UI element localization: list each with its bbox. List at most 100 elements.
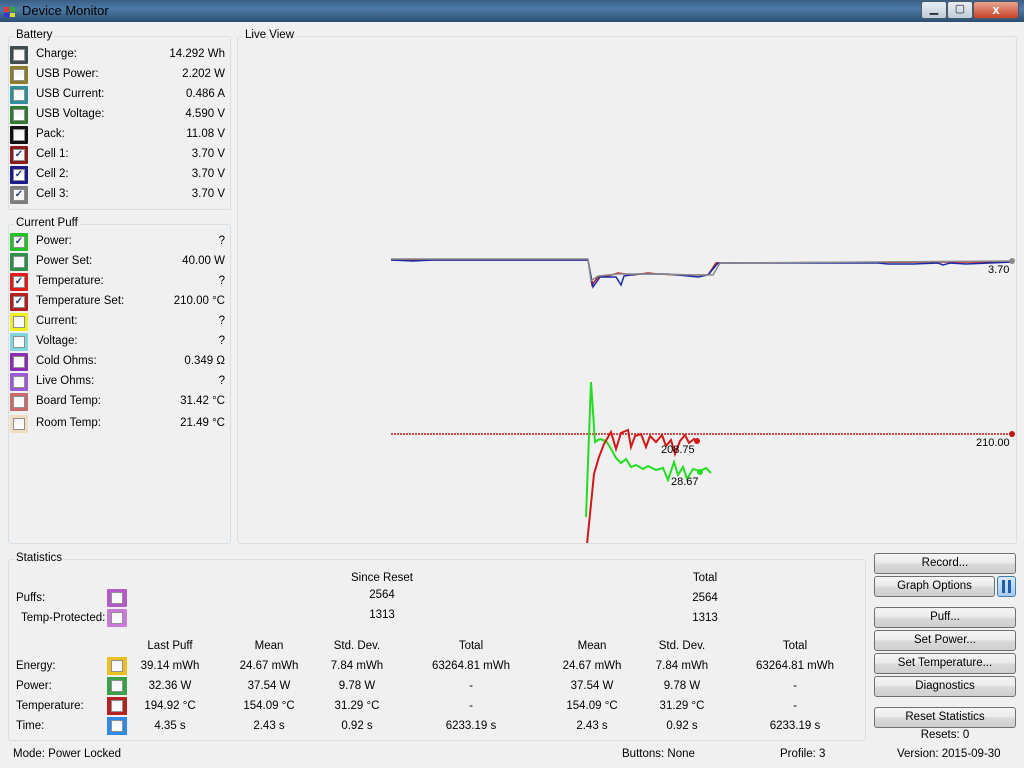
stat-cell: - [793,700,797,712]
color-swatch [10,415,28,433]
label: Power Set: [36,255,93,267]
checkbox-usb-voltage[interactable] [13,109,25,121]
app-icon [4,7,15,17]
color-swatch [10,373,28,391]
row-power: ✓ Power:? [10,232,225,252]
row-charge: Charge: 14.292 Wh [10,45,225,65]
since-reset-header: Since Reset [350,572,413,584]
set-power-button[interactable]: Set Power... [874,630,1016,651]
statistics-title: Statistics [14,552,65,564]
value: 0.349 Ω [184,355,225,367]
column-header: Last Puff [147,640,193,652]
live-view-group: Live View 3.70 210.00 208.75 28.67 [237,29,1017,544]
value: ? [218,235,225,247]
checkbox-temperature[interactable]: ✓ [13,276,25,288]
temperature-set-label: 210.00 [976,437,1010,449]
checkbox-cell-2[interactable]: ✓ [13,169,25,181]
row-cell-1: ✓ Cell 1: 3.70 V [10,145,225,165]
color-swatch: ✓ [10,233,28,251]
puff-button[interactable]: Puff... [874,607,1016,628]
checkbox-live-ohms[interactable] [13,376,25,388]
power-value-label: 28.67 [671,476,699,488]
checkbox-board-temp[interactable] [13,396,25,408]
column-header: Mean [577,640,607,652]
column-header: Mean [254,640,284,652]
checkbox-cold-ohms[interactable] [13,356,25,368]
value: 2.202 W [182,68,225,80]
column-header: Total [458,640,484,652]
stat-cell: - [469,680,473,692]
value: 31.42 °C [180,395,225,407]
stat-cell: 6233.19 s [769,720,821,732]
value: 210.00 °C [173,295,225,307]
label: USB Power: [36,68,99,80]
row-board-temp: Board Temp: 31.42 °C [10,392,225,412]
stat-cell: 194.92 °C [144,700,196,712]
live-graph[interactable]: 3.70 210.00 208.75 28.67 [238,37,1016,543]
puffs-checkbox[interactable] [111,592,123,604]
checkbox-power[interactable]: ✓ [13,236,25,248]
stat-row-label: Power: [16,680,52,692]
checkbox-cell-1[interactable]: ✓ [13,149,25,161]
checkbox-temperature-set[interactable]: ✓ [13,296,25,308]
value: 3.70 V [191,148,225,160]
row-cell-3: ✓ Cell 3: 3.70 V [10,185,225,205]
column-header: Std. Dev. [658,640,706,652]
checkbox-charge[interactable] [13,49,25,61]
record-button[interactable]: Record... [874,553,1016,574]
close-button[interactable]: x [973,1,1019,19]
checkbox-usb-power[interactable] [13,69,25,81]
temperature-value-label: 208.75 [661,444,695,456]
stat-cell: 7.84 mWh [330,660,384,672]
title-bar: Device Monitor ▁ ▢ x [0,0,1024,22]
puffs-total: 2564 [692,592,718,604]
reset-statistics-button[interactable]: Reset Statistics [874,707,1016,728]
stat-cell: 0.92 s [341,720,373,732]
pause-button[interactable] [997,576,1016,597]
battery-group-title: Battery [14,29,55,41]
stat-row-label: Energy: [16,660,56,672]
stat-cell: 31.29 °C [659,700,705,712]
power-end-marker [697,469,703,475]
stat-cell: 7.84 mWh [655,660,709,672]
version-status: Version: 2015-09-30 [897,748,1001,760]
color-swatch: ✓ [10,146,28,164]
profile-status: Profile: 3 [780,748,826,760]
checkbox-pack[interactable] [13,129,25,141]
checkbox-power-set[interactable] [13,256,25,268]
checkbox-usb-current[interactable] [13,89,25,101]
value: 0.486 A [185,88,225,100]
temp-protected-total: 1313 [692,612,718,624]
label: USB Voltage: [36,108,105,120]
color-swatch [10,313,28,331]
temp-protected-since-reset: 1313 [369,609,395,621]
temp-protected-toggle[interactable] [107,609,127,627]
label: Cold Ohms: [36,355,97,367]
label: Voltage: [36,335,78,347]
diagnostics-button[interactable]: Diagnostics [874,676,1016,697]
graph-options-button[interactable]: Graph Options [874,576,995,597]
temperature-end-marker [694,438,700,444]
color-swatch: ✓ [10,166,28,184]
value: ? [218,375,225,387]
row-cold-ohms: Cold Ohms: 0.349 Ω [10,352,225,372]
status-bar: Mode: Power Locked Buttons: None Profile… [0,744,1024,768]
stat-cell: - [469,700,473,712]
maximize-button[interactable]: ▢ [947,1,973,19]
color-swatch [10,333,28,351]
temp-protected-checkbox[interactable] [111,612,123,624]
set-temperature-button[interactable]: Set Temperature... [874,653,1016,674]
color-swatch [10,66,28,84]
color-swatch [10,353,28,371]
value: 3.70 V [191,188,225,200]
value: ? [218,275,225,287]
checkbox-room-temp[interactable] [13,418,25,430]
checkbox-current[interactable] [13,316,25,328]
checkbox-cell-3[interactable]: ✓ [13,189,25,201]
puffs-toggle[interactable] [107,589,127,607]
checkbox-voltage[interactable] [13,336,25,348]
label: Temperature: [36,275,104,287]
minimize-button[interactable]: ▁ [921,1,947,19]
row-temperature-set: ✓ Temperature Set: 210.00 °C [10,292,225,312]
row-room-temp: Room Temp: 21.49 °C [10,414,225,434]
